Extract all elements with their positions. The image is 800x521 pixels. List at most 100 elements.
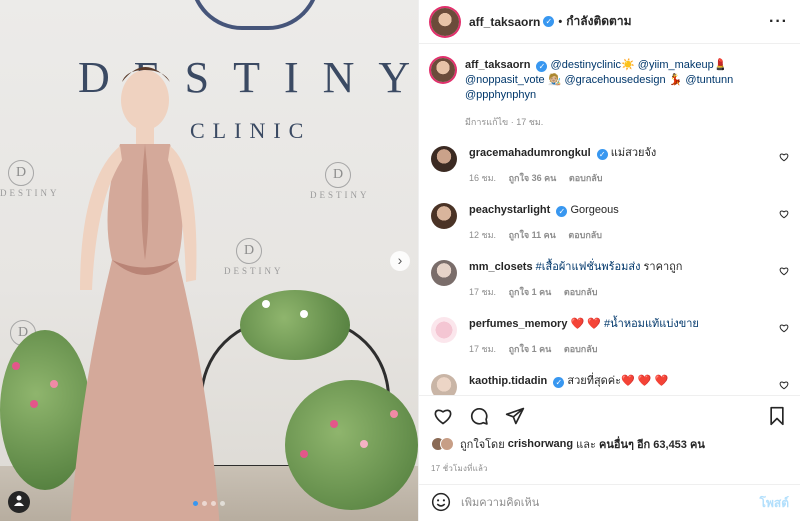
verified-badge-icon: ✓	[556, 206, 568, 217]
comment-composer: โพสต์	[419, 484, 800, 521]
mention-link[interactable]: @noppasit_vote	[465, 74, 545, 86]
reply-button[interactable]: ตอบกลับ	[569, 173, 603, 183]
comment-text: ราคาถูก	[643, 261, 683, 273]
following-button[interactable]: กำลังติดตาม	[566, 12, 631, 31]
comment-time[interactable]: 17 ชม.	[469, 287, 496, 297]
post-timestamp[interactable]: 17 ชั่วโมงที่แล้ว	[431, 462, 488, 475]
comment-item: perfumes_memory ❤️ ❤️ #น้ำหอมแท้แบ่งขาย …	[419, 311, 800, 368]
post-header: aff_taksaorn ✓ • กำลังติดตาม ···	[419, 0, 800, 44]
commenter-avatar[interactable]	[431, 317, 457, 343]
caption-username[interactable]: aff_taksaorn	[465, 59, 530, 71]
liker-avatar	[440, 437, 454, 451]
liker-username[interactable]: crishorwang	[508, 438, 573, 450]
backdrop-logo-icon: D	[8, 160, 34, 186]
carousel-dot	[220, 501, 225, 506]
others-likes-count[interactable]: คนอื่นๆ อีก 63,453 คน	[599, 435, 705, 453]
comment-text: สวยที่สุดค่ะ❤️ ❤️ ❤️	[567, 375, 669, 387]
commenter-avatar[interactable]	[431, 260, 457, 286]
comment-text: แม่สวยจัง	[610, 147, 657, 159]
backdrop-logo-icon: D	[236, 238, 262, 264]
flower	[360, 440, 368, 448]
backdrop-logo-text: DESTINY	[310, 190, 370, 200]
commenter-avatar[interactable]	[431, 203, 457, 229]
mention-link[interactable]: @yiim_makeup	[638, 59, 714, 71]
author-avatar[interactable]	[431, 7, 459, 36]
commenter-username[interactable]: perfumes_memory	[469, 318, 567, 330]
flower	[330, 420, 338, 428]
flower	[30, 400, 38, 408]
flower	[300, 450, 308, 458]
flower	[12, 362, 20, 370]
post-photo[interactable]: DESTINY CLINIC D DESTINY D DESTINY D DES…	[0, 0, 418, 521]
likes-middle: และ	[576, 439, 596, 451]
comment-input[interactable]	[461, 497, 760, 509]
post-details-panel: aff_taksaorn ✓ • กำลังติดตาม ··· aff_tak…	[418, 0, 800, 521]
mention-link[interactable]: @gracehousedesign	[565, 74, 666, 86]
comment-list: gracemahadumrongkul ✓ แม่สวยจัง 16 ชม. ถ…	[419, 140, 800, 396]
comment-like-heart-icon[interactable]	[779, 323, 789, 333]
post-comment-button[interactable]: โพสต์	[760, 494, 789, 513]
comment-text: Gorgeous	[570, 204, 619, 216]
commenter-avatar[interactable]	[431, 374, 457, 396]
heart-emoji: ❤️ ❤️	[570, 318, 601, 330]
verified-badge-icon: ✓	[536, 61, 548, 72]
next-photo-button[interactable]: ›	[390, 251, 410, 271]
reply-button[interactable]: ตอบกลับ	[568, 230, 602, 240]
hashtag-link[interactable]: #เสื้อผ้าแฟชั่นพร้อมส่ง	[536, 261, 641, 273]
comment-time[interactable]: 12 ชม.	[469, 230, 496, 240]
caption-avatar[interactable]	[431, 58, 455, 82]
backdrop-logo-text: DESTINY	[0, 188, 60, 198]
hashtag-link[interactable]: #น้ำหอมแท้แบ่งขาย	[604, 318, 699, 330]
comment-item: kaothip.tidadin ✓ สวยที่สุดค่ะ❤️ ❤️ ❤️	[419, 368, 800, 396]
author-username[interactable]: aff_taksaorn	[469, 15, 540, 29]
commenter-username[interactable]: kaothip.tidadin	[469, 375, 547, 387]
artist-emoji: 🧑🏼‍🎨	[547, 74, 562, 86]
comment-like-heart-icon[interactable]	[779, 380, 789, 390]
comment-like-heart-icon[interactable]	[779, 266, 789, 276]
backdrop-logo-icon: D	[325, 162, 351, 188]
mention-link[interactable]: @ppphynphyn	[465, 89, 536, 101]
emoji-picker-icon[interactable]	[431, 492, 451, 515]
carousel-dot	[202, 501, 207, 506]
verified-badge-icon: ✓	[553, 377, 565, 388]
flower	[300, 310, 308, 318]
verified-badge-icon: ✓	[543, 16, 555, 27]
woman-in-gown	[70, 67, 220, 521]
comment-item: gracemahadumrongkul ✓ แม่สวยจัง 16 ชม. ถ…	[419, 140, 800, 197]
carousel-dot-active	[193, 501, 198, 506]
reply-button[interactable]: ตอบกลับ	[564, 344, 598, 354]
like-heart-icon[interactable]	[431, 404, 455, 428]
carousel-dot	[211, 501, 216, 506]
flower	[390, 410, 398, 418]
reply-button[interactable]: ตอบกลับ	[564, 287, 598, 297]
likes-prefix: ถูกใจโดย	[460, 439, 505, 451]
comment-like-heart-icon[interactable]	[779, 152, 789, 162]
comment-bubble-icon[interactable]	[467, 404, 491, 428]
flower-bush	[285, 380, 418, 510]
carousel-indicator	[0, 497, 418, 509]
header-separator: •	[558, 15, 563, 28]
commenter-username[interactable]: gracemahadumrongkul	[469, 147, 591, 159]
caption-edited-time: มีการแก้ไข · 17 ชม.	[465, 117, 544, 127]
comment-likes[interactable]: ถูกใจ 1 คน	[509, 344, 552, 354]
more-options-icon[interactable]: ···	[769, 13, 788, 31]
mention-link[interactable]: @tuntunn	[685, 74, 733, 86]
comment-likes[interactable]: ถูกใจ 36 คน	[509, 173, 557, 183]
comment-like-heart-icon[interactable]	[779, 209, 789, 219]
brand-logo-mark	[190, 0, 320, 30]
comment-item: mm_closets #เสื้อผ้าแฟชั่นพร้อมส่ง ราคาถ…	[419, 254, 800, 311]
lipstick-emoji: 💄	[713, 59, 728, 71]
comment-likes[interactable]: ถูกใจ 11 คน	[509, 230, 556, 240]
dancer-emoji: 💃	[668, 74, 683, 86]
commenter-username[interactable]: peachystarlight	[469, 204, 550, 216]
share-paper-plane-icon[interactable]	[503, 404, 527, 428]
post-action-bar	[419, 395, 800, 435]
comment-time[interactable]: 16 ชม.	[469, 173, 496, 183]
commenter-username[interactable]: mm_closets	[469, 261, 533, 273]
save-bookmark-icon[interactable]	[765, 404, 789, 428]
likes-summary[interactable]: ถูกใจโดย crishorwang และ คนอื่นๆ อีก 63,…	[431, 435, 705, 453]
commenter-avatar[interactable]	[431, 146, 457, 172]
comment-likes[interactable]: ถูกใจ 1 คน	[509, 287, 552, 297]
mention-link[interactable]: @destinyclinic	[551, 59, 621, 71]
comment-time[interactable]: 17 ชม.	[469, 344, 496, 354]
